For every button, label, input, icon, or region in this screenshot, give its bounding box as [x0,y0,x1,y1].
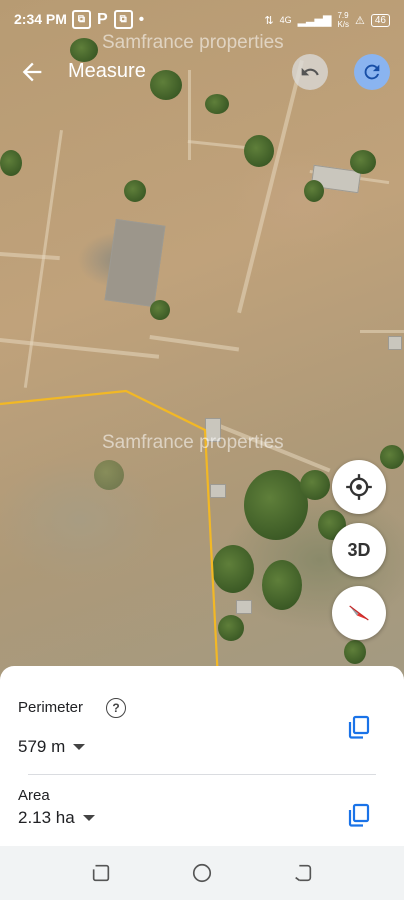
undo-icon [301,67,319,76]
3d-toggle-button[interactable]: 3D [332,523,386,577]
3d-label: 3D [347,539,371,560]
watermark: Samfrance properties [102,432,284,453]
page-title: Measure [68,60,146,82]
my-location-icon [346,474,372,500]
area-value: 2.13 ha [18,808,75,827]
status-time: 2:34 PM [14,11,67,27]
recents-icon[interactable] [90,862,112,884]
perimeter-label: Perimeter [18,699,84,716]
status-bar: 2:34 PM ⧉ P ⧉ • ⇅ 4G ▂▃▅▇ 7.9 K/s ⚠ 46 [0,0,404,40]
my-location-button[interactable] [332,460,386,514]
compass-icon [349,605,369,621]
chevron-down-icon [82,815,95,821]
copy-area-icon[interactable] [348,803,370,827]
battery-indicator: 46 [370,13,390,27]
notification-icons: ⧉ P ⧉ • [72,10,144,29]
p-notification-icon: P [97,10,108,28]
help-icon[interactable]: ? [106,698,126,718]
area-unit-dropdown[interactable]: 2.13 ha [18,808,95,828]
signal-icon: ▂▃▅▇ [297,14,332,27]
chevron-down-icon [73,744,86,750]
satellite-map[interactable]: Samfrance properties Samfrance propertie… [0,0,404,680]
net-speed: 7.9 K/s [337,11,349,29]
redo-button[interactable] [354,54,390,90]
copy-perimeter-icon[interactable] [348,715,370,739]
redo-icon [364,64,380,80]
more-dot: • [138,10,145,28]
arrow-left-icon[interactable] [18,58,46,86]
back-icon[interactable] [292,862,314,884]
network-type: 4G [279,15,292,25]
system-icons: ⇅ 4G ▂▃▅▇ 7.9 K/s ⚠ 46 [264,11,390,29]
area-label: Area [18,787,50,804]
measurement-line[interactable] [0,0,404,680]
undo-button[interactable] [292,54,328,90]
home-circle-icon[interactable] [191,862,213,884]
warning-icon: ⚠ [355,14,365,27]
perimeter-value: 579 m [18,737,66,756]
app-notification-icon: ⧉ [72,10,91,29]
app-notification-icon: ⧉ [113,10,133,29]
divider [28,774,376,775]
system-nav-bar [0,846,404,900]
compass-button[interactable] [332,586,386,640]
perimeter-unit-dropdown[interactable]: 579 m [18,737,86,757]
data-transfer-icon: ⇅ [264,14,274,27]
